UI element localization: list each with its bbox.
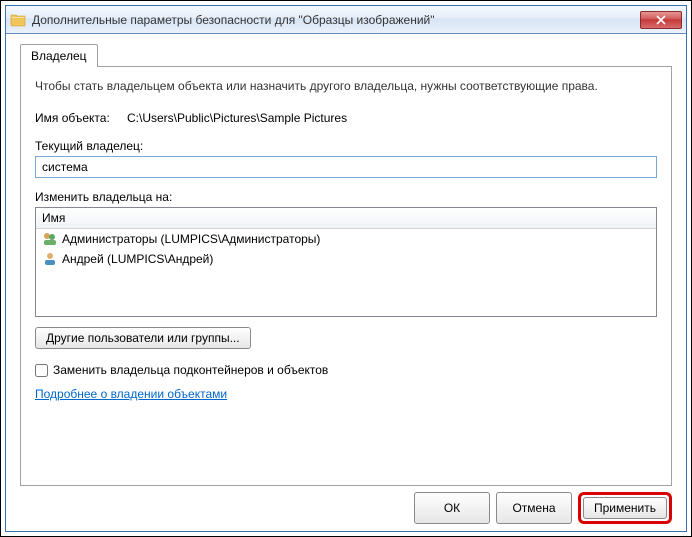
current-owner-field[interactable]: [35, 156, 657, 178]
list-item[interactable]: Андрей (LUMPICS\Андрей): [36, 249, 656, 269]
tab-content: Чтобы стать владельцем объекта или назна…: [20, 66, 672, 486]
object-name-label: Имя объекта:: [35, 111, 127, 125]
ok-button[interactable]: ОК: [414, 492, 490, 524]
list-item-label: Администраторы (LUMPICS\Администраторы): [62, 232, 320, 246]
apply-button[interactable]: Применить: [583, 497, 667, 519]
titlebar: Дополнительные параметры безопасности дл…: [6, 6, 686, 34]
dialog-buttons: ОК Отмена Применить: [6, 486, 686, 530]
owner-list[interactable]: Имя Администраторы (LUMPICS\Администрато…: [35, 207, 657, 317]
object-name-row: Имя объекта: C:\Users\Public\Pictures\Sa…: [35, 111, 657, 125]
other-users-button[interactable]: Другие пользователи или группы...: [35, 327, 251, 349]
change-owner-label: Изменить владельца на:: [35, 190, 657, 204]
folder-icon: [10, 12, 26, 28]
close-button[interactable]: [640, 11, 682, 29]
description-text: Чтобы стать владельцем объекта или назна…: [35, 79, 657, 93]
more-info-link[interactable]: Подробнее о владении объектами: [35, 387, 227, 401]
cancel-button[interactable]: Отмена: [496, 492, 572, 524]
group-icon: [42, 231, 58, 247]
user-icon: [42, 251, 58, 267]
apply-highlight: Применить: [578, 492, 672, 524]
tab-owner[interactable]: Владелец: [20, 44, 98, 67]
current-owner-label: Текущий владелец:: [35, 139, 657, 153]
replace-owner-label: Заменить владельца подконтейнеров и объе…: [53, 363, 328, 377]
list-header-name[interactable]: Имя: [36, 208, 656, 229]
object-name-value: C:\Users\Public\Pictures\Sample Pictures: [127, 111, 347, 125]
list-item[interactable]: Администраторы (LUMPICS\Администраторы): [36, 229, 656, 249]
list-item-label: Андрей (LUMPICS\Андрей): [62, 252, 213, 266]
window-title: Дополнительные параметры безопасности дл…: [32, 13, 640, 27]
replace-owner-checkbox[interactable]: [35, 364, 48, 377]
